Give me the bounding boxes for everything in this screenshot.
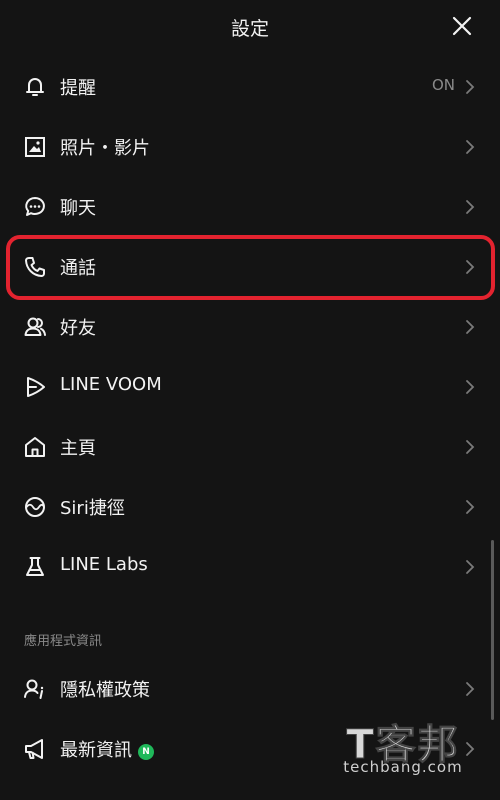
settings-item-label: 隱私權政策 (60, 680, 150, 701)
privacy-person-icon (22, 676, 48, 702)
play-icon (22, 374, 48, 400)
chevron-right-icon (464, 681, 476, 697)
chevron-right-icon (464, 79, 476, 95)
settings-item-label: LINE Labs (60, 554, 148, 575)
settings-item-line-labs[interactable]: LINE Labs (0, 537, 500, 597)
settings-item-label: 照片・影片 (60, 138, 150, 159)
new-badge: N (138, 744, 154, 760)
highlight-box (6, 235, 495, 300)
settings-item-label: 提醒 (60, 78, 96, 99)
settings-item-siri-shortcuts[interactable]: Siri捷徑 (0, 477, 500, 537)
settings-item-line-voom[interactable]: LINE VOOM (0, 357, 500, 417)
settings-item-friends[interactable]: 好友 (0, 297, 500, 357)
photo-icon (22, 134, 48, 160)
watermark-logo: T客邦 techbang.com (318, 712, 488, 786)
home-icon (22, 434, 48, 460)
settings-header: 設定 (0, 0, 500, 56)
bell-icon (22, 74, 48, 100)
settings-item-label: LINE VOOM (60, 374, 162, 395)
chevron-right-icon (464, 439, 476, 455)
settings-item-photos-videos[interactable]: 照片・影片 (0, 117, 500, 177)
chat-bubble-icon (22, 194, 48, 220)
chevron-right-icon (464, 379, 476, 395)
chevron-right-icon (464, 559, 476, 575)
settings-item-label: Siri捷徑 (60, 498, 125, 519)
section-title-app-info: 應用程式資訊 (24, 634, 103, 649)
settings-item-label: 好友 (60, 318, 96, 339)
chevron-right-icon (464, 499, 476, 515)
settings-item-label: 最新資訊 (60, 740, 132, 761)
settings-item-home[interactable]: 主頁 (0, 417, 500, 477)
settings-item-label: 主頁 (60, 438, 96, 459)
settings-item-label: 聊天 (60, 198, 96, 219)
siri-icon (22, 494, 48, 520)
settings-item-privacy-policy[interactable]: 隱私權政策 (0, 659, 500, 719)
watermark-domain: techbang.com (343, 758, 463, 776)
page-title: 設定 (230, 18, 269, 40)
friends-icon (22, 314, 48, 340)
megaphone-icon (22, 736, 48, 762)
close-icon[interactable] (448, 12, 476, 40)
chevron-right-icon (464, 139, 476, 155)
scrollbar[interactable] (491, 540, 494, 720)
chevron-right-icon (464, 319, 476, 335)
flask-icon (22, 554, 48, 580)
chevron-right-icon (464, 199, 476, 215)
settings-item-chats[interactable]: 聊天 (0, 177, 500, 237)
status-value: ON (432, 76, 456, 94)
settings-item-notifications[interactable]: 提醒 ON (0, 57, 500, 117)
settings-item-label-row: 最新資訊 N (60, 736, 154, 762)
